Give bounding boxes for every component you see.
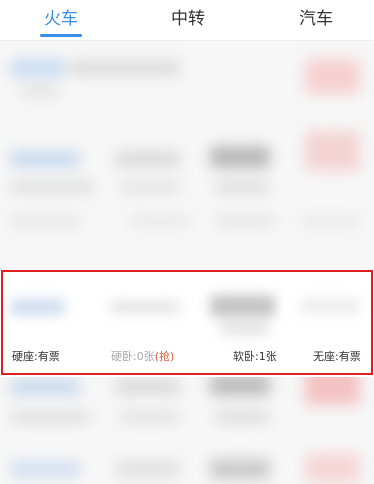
grab-ticket-link[interactable]: (抢) <box>155 350 175 363</box>
hard-sleeper-count: 硬卧:0张 <box>111 350 155 363</box>
train-results-list: 硬座:有票 硬卧:0张(抢) 软卧:1张 无座:有票 <box>0 41 374 484</box>
tab-bus[interactable]: 汽车 <box>276 6 356 36</box>
active-tab-indicator <box>40 34 82 37</box>
transport-tab-bar: 火车 中转 汽车 <box>0 0 374 41</box>
seat-no-seat: 无座:有票 <box>313 350 361 363</box>
seat-hard-sleeper: 硬卧:0张(抢) <box>111 348 174 364</box>
seat-soft-sleeper: 软卧:1张 <box>233 350 277 363</box>
tab-train[interactable]: 火车 <box>21 6 101 36</box>
blurred-results-background <box>0 41 374 484</box>
seat-hard-seat: 硬座:有票 <box>12 350 60 363</box>
tab-transfer[interactable]: 中转 <box>148 6 228 36</box>
